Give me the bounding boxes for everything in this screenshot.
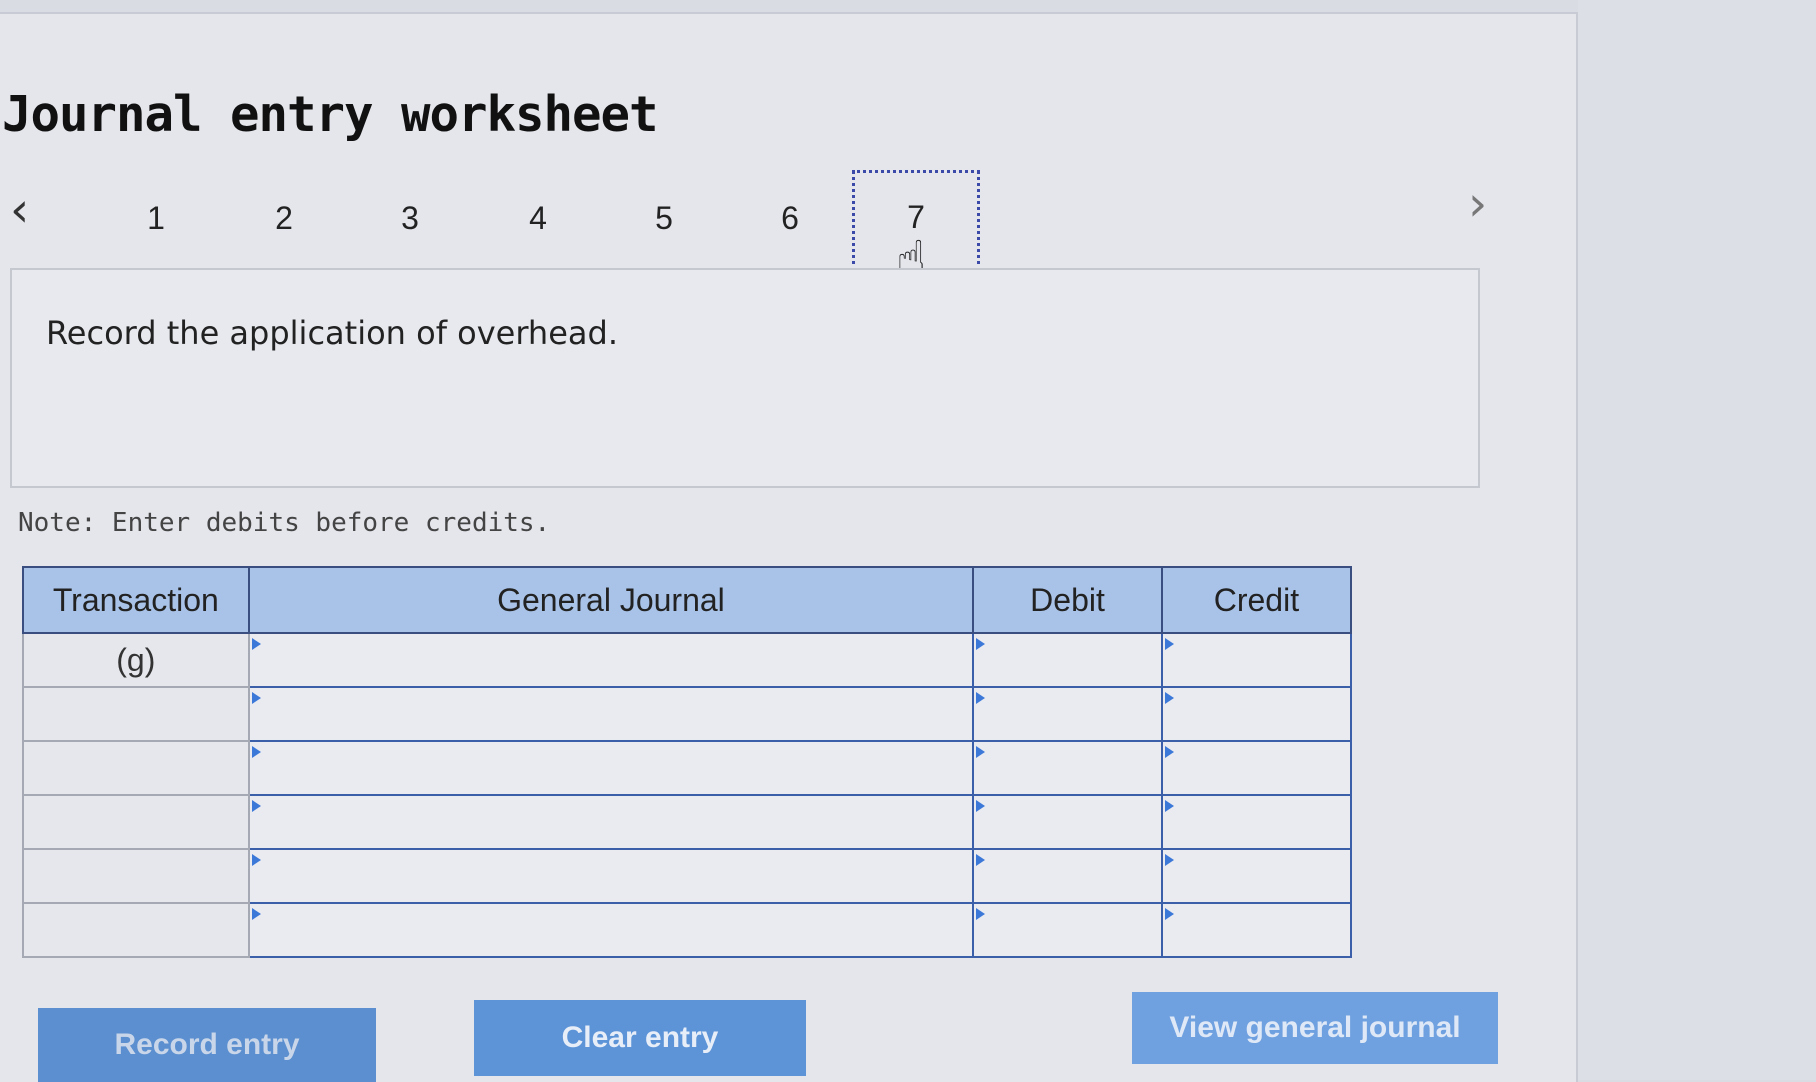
dropdown-marker-icon bbox=[976, 746, 986, 758]
dropdown-marker-icon bbox=[1164, 692, 1174, 704]
dropdown-marker-icon bbox=[1164, 638, 1174, 650]
page-tab-4[interactable]: 4 bbox=[518, 200, 558, 237]
account-cell[interactable] bbox=[247, 848, 975, 904]
account-input[interactable] bbox=[249, 904, 973, 956]
debit-cell[interactable] bbox=[972, 848, 1163, 904]
account-input[interactable] bbox=[249, 850, 973, 902]
prompt-box: Record the application of overhead. bbox=[10, 268, 1480, 488]
credit-input[interactable] bbox=[1162, 688, 1350, 740]
dropdown-marker-icon bbox=[976, 908, 986, 920]
view-general-journal-button[interactable]: View general journal bbox=[1132, 992, 1498, 1064]
dropdown-marker-icon bbox=[1164, 908, 1174, 920]
transaction-cell bbox=[22, 794, 250, 850]
dropdown-marker-icon bbox=[251, 800, 261, 812]
transaction-cell: (g) bbox=[22, 632, 250, 688]
page-tab-6[interactable]: 6 bbox=[770, 200, 810, 237]
clear-entry-button[interactable]: Clear entry bbox=[474, 1000, 806, 1076]
dropdown-marker-icon bbox=[251, 746, 261, 758]
background-right bbox=[1578, 0, 1816, 1080]
debit-input[interactable] bbox=[974, 688, 1161, 740]
table-row bbox=[22, 740, 1353, 796]
account-input[interactable] bbox=[249, 634, 973, 686]
entry-pager: ‹ 1 2 3 4 5 6 7 › bbox=[0, 164, 1576, 284]
worksheet-panel: Journal entry worksheet ‹ 1 2 3 4 5 6 7 … bbox=[0, 12, 1578, 1082]
header-debit: Debit bbox=[972, 566, 1163, 634]
account-cell[interactable] bbox=[247, 632, 975, 688]
page-tab-3[interactable]: 3 bbox=[390, 200, 430, 237]
debit-input[interactable] bbox=[974, 904, 1161, 956]
header-transaction: Transaction bbox=[22, 566, 250, 634]
transaction-cell bbox=[22, 686, 250, 742]
credit-input[interactable] bbox=[1162, 904, 1350, 956]
debit-cell[interactable] bbox=[972, 632, 1163, 688]
account-cell[interactable] bbox=[247, 740, 975, 796]
dropdown-marker-icon bbox=[251, 854, 261, 866]
debit-cell[interactable] bbox=[972, 902, 1163, 958]
dropdown-marker-icon bbox=[976, 692, 986, 704]
credit-input[interactable] bbox=[1162, 850, 1350, 902]
credit-input[interactable] bbox=[1162, 742, 1350, 794]
dropdown-marker-icon bbox=[1164, 800, 1174, 812]
transaction-cell bbox=[22, 902, 250, 958]
chevron-left-icon[interactable]: ‹ bbox=[10, 186, 29, 234]
debit-cell[interactable] bbox=[972, 740, 1163, 796]
debit-input[interactable] bbox=[974, 634, 1161, 686]
dropdown-marker-icon bbox=[251, 908, 261, 920]
dropdown-marker-icon bbox=[976, 638, 986, 650]
table-row: (g) bbox=[22, 632, 1353, 688]
account-input[interactable] bbox=[249, 742, 973, 794]
debit-input[interactable] bbox=[974, 796, 1161, 848]
page-tab-1[interactable]: 1 bbox=[136, 200, 176, 237]
dropdown-marker-icon bbox=[976, 800, 986, 812]
table-row bbox=[22, 848, 1353, 904]
debit-input[interactable] bbox=[974, 742, 1161, 794]
dropdown-marker-icon bbox=[251, 692, 261, 704]
dropdown-marker-icon bbox=[1164, 746, 1174, 758]
account-cell[interactable] bbox=[247, 794, 975, 850]
table-header-row: Transaction General Journal Debit Credit bbox=[22, 566, 1353, 634]
chevron-right-icon[interactable]: › bbox=[1468, 180, 1487, 228]
credit-cell[interactable] bbox=[1160, 686, 1353, 742]
page-tab-5[interactable]: 5 bbox=[644, 200, 684, 237]
table-row bbox=[22, 902, 1353, 958]
account-input[interactable] bbox=[249, 688, 973, 740]
table-row bbox=[22, 686, 1353, 742]
page-title: Journal entry worksheet bbox=[2, 86, 659, 143]
record-entry-button[interactable]: Record entry bbox=[38, 1008, 376, 1082]
header-credit: Credit bbox=[1160, 566, 1353, 634]
page-tab-2[interactable]: 2 bbox=[264, 200, 304, 237]
credit-cell[interactable] bbox=[1160, 740, 1353, 796]
credit-input[interactable] bbox=[1162, 796, 1350, 848]
credit-cell[interactable] bbox=[1160, 794, 1353, 850]
dropdown-marker-icon bbox=[251, 638, 261, 650]
credit-cell[interactable] bbox=[1160, 902, 1353, 958]
credit-cell[interactable] bbox=[1160, 632, 1353, 688]
debit-cell[interactable] bbox=[972, 686, 1163, 742]
transaction-cell bbox=[22, 848, 250, 904]
debit-cell[interactable] bbox=[972, 794, 1163, 850]
dropdown-marker-icon bbox=[1164, 854, 1174, 866]
transaction-cell bbox=[22, 740, 250, 796]
account-input[interactable] bbox=[249, 796, 973, 848]
account-cell[interactable] bbox=[247, 686, 975, 742]
account-cell[interactable] bbox=[247, 902, 975, 958]
table-row bbox=[22, 794, 1353, 850]
credit-cell[interactable] bbox=[1160, 848, 1353, 904]
prompt-text: Record the application of overhead. bbox=[46, 314, 618, 352]
header-general-journal: General Journal bbox=[247, 566, 975, 634]
dropdown-marker-icon bbox=[976, 854, 986, 866]
journal-table: Transaction General Journal Debit Credit… bbox=[22, 566, 1353, 958]
credit-input[interactable] bbox=[1162, 634, 1350, 686]
debit-input[interactable] bbox=[974, 850, 1161, 902]
note-text: Note: Enter debits before credits. bbox=[18, 508, 551, 538]
